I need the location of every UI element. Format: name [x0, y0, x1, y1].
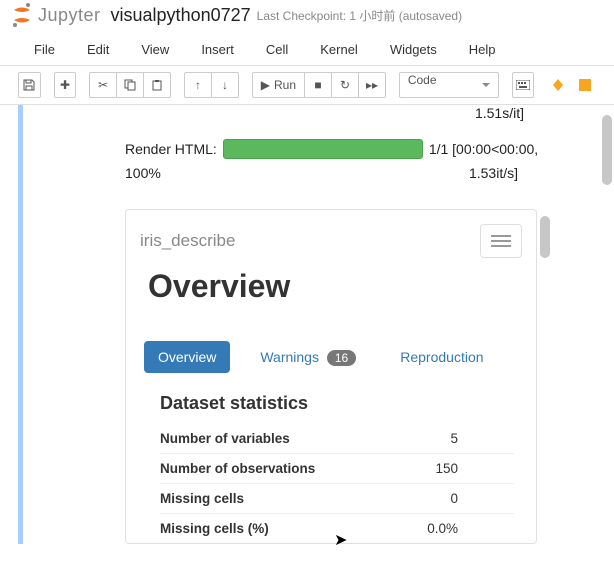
render-label: Render HTML: [125, 141, 217, 157]
save-button[interactable] [18, 72, 41, 98]
report-scrollbar[interactable] [540, 216, 550, 258]
scrollbar[interactable] [602, 115, 612, 185]
copy-button[interactable] [116, 72, 144, 98]
stat-value: 0.0% [427, 521, 514, 536]
paste-button[interactable] [143, 72, 171, 98]
menu-cell[interactable]: Cell [266, 42, 288, 57]
header: Jupyter visualpython0727 Last Checkpoint… [0, 0, 614, 34]
stat-label: Number of observations [160, 461, 315, 476]
move-down-button[interactable]: ↓ [211, 72, 239, 98]
menu-help[interactable]: Help [469, 42, 496, 57]
prev-progress-rate: 1.51s/it] [29, 105, 586, 121]
visualpython-button[interactable] [547, 72, 569, 98]
stats-table: Number of variables 5 Number of observati… [126, 424, 536, 543]
restart-run-all-button[interactable]: ▸▸ [358, 72, 386, 98]
menu-file[interactable]: File [34, 42, 55, 57]
notebook-area: 1.51s/it] Render HTML: 1/1 [00:00<00:00,… [0, 105, 614, 583]
orange-square-button[interactable] [574, 72, 596, 98]
stat-value: 150 [435, 461, 514, 476]
report-title: Overview [126, 266, 536, 323]
stat-value: 0 [450, 491, 514, 506]
table-row: Missing cells (%) 0.0% [160, 513, 514, 543]
command-palette-button[interactable] [512, 72, 535, 98]
table-row: Number of observations 150 [160, 453, 514, 483]
hamburger-button[interactable] [480, 224, 522, 258]
logo[interactable]: Jupyter [10, 2, 101, 28]
notebook-name[interactable]: visualpython0727 [111, 5, 251, 26]
add-cell-button[interactable]: ✚ [54, 72, 77, 98]
logo-text: Jupyter [38, 5, 101, 26]
warnings-badge: 16 [327, 350, 356, 366]
progress-bar [223, 139, 423, 159]
checkpoint-text: Last Checkpoint: 1 小时前 (autosaved) [257, 7, 462, 24]
menu-view[interactable]: View [141, 42, 169, 57]
tab-warnings[interactable]: Warnings 16 [246, 341, 370, 373]
menu-insert[interactable]: Insert [201, 42, 234, 57]
progress-stats: 1/1 [00:00<00:00, [429, 141, 538, 157]
progress-row: Render HTML: 1/1 [00:00<00:00, [29, 139, 586, 159]
jupyter-logo-icon [10, 2, 34, 28]
interrupt-button[interactable]: ■ [304, 72, 332, 98]
progress-rate: 1.53it/s] [469, 165, 518, 181]
stat-value: 5 [450, 431, 514, 446]
toolbar: ✚ ✂ ↑ ↓ ▶ Run ■ ↻ ▸▸ Code [0, 66, 614, 105]
cut-button[interactable]: ✂ [89, 72, 117, 98]
progress-percent: 100% [125, 165, 161, 181]
stat-label: Number of variables [160, 431, 290, 446]
menu-widgets[interactable]: Widgets [390, 42, 437, 57]
report-name: iris_describe [140, 231, 235, 251]
stats-section-title: Dataset statistics [126, 387, 536, 424]
menu-edit[interactable]: Edit [87, 42, 109, 57]
table-row: Missing cells 0 [160, 483, 514, 513]
tab-reproduction[interactable]: Reproduction [386, 341, 497, 373]
run-button[interactable]: ▶ Run [252, 72, 305, 98]
output-cell: 1.51s/it] Render HTML: 1/1 [00:00<00:00,… [18, 105, 596, 544]
menubar: File Edit View Insert Cell Kernel Widget… [0, 34, 614, 66]
move-up-button[interactable]: ↑ [184, 72, 212, 98]
run-label: Run [274, 78, 296, 92]
restart-button[interactable]: ↻ [331, 72, 359, 98]
tab-overview[interactable]: Overview [144, 341, 230, 373]
stat-label: Missing cells [160, 491, 244, 506]
stat-label: Missing cells (%) [160, 521, 269, 536]
report-frame: iris_describe Overview Overview Warnings… [125, 209, 537, 544]
cell-type-label: Code [408, 73, 437, 87]
table-row: Number of variables 5 [160, 424, 514, 453]
report-tabs: Overview Warnings 16 Reproduction [126, 323, 536, 387]
tab-warnings-label: Warnings [260, 349, 319, 365]
cell-type-select[interactable]: Code [399, 72, 499, 98]
menu-kernel[interactable]: Kernel [320, 42, 358, 57]
